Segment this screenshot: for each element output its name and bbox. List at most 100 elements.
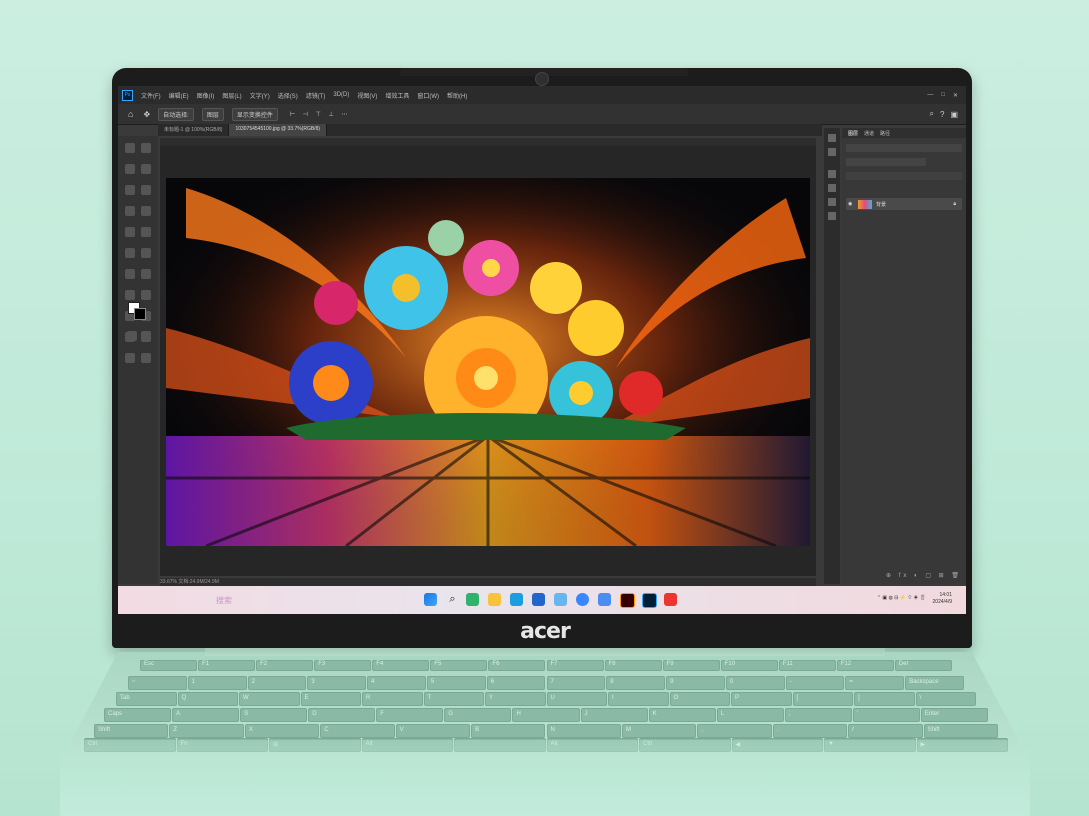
- key-label: F7: [550, 661, 558, 667]
- keyboard-key: E: [300, 692, 361, 706]
- key-label: F11: [782, 661, 793, 667]
- keyboard-key: 3: [307, 676, 367, 690]
- key-label: E: [304, 695, 309, 701]
- key-label: [: [796, 695, 799, 701]
- keyboard-key: Y: [485, 692, 546, 706]
- key-label: 4: [371, 679, 375, 685]
- palm-rest: [60, 740, 1030, 816]
- key-label: B: [475, 727, 480, 733]
- key-label: F5: [434, 661, 442, 667]
- key-label: F8: [608, 661, 616, 667]
- key-label: 7: [550, 679, 554, 685]
- keyboard-key: C: [320, 724, 395, 738]
- keyboard-key: \: [915, 692, 976, 706]
- key-label: ,: [701, 727, 703, 733]
- keyboard-key: J: [580, 708, 648, 722]
- keyboard-key: N: [546, 724, 621, 738]
- keyboard-key: Shift: [923, 724, 998, 738]
- key-label: U: [550, 695, 555, 701]
- keyboard-key: Shift: [94, 724, 169, 738]
- keyboard-key: 2: [247, 676, 307, 690]
- keyboard-key: U: [546, 692, 607, 706]
- keyboard-key: I: [608, 692, 669, 706]
- keyboard-key: V: [395, 724, 471, 738]
- key-label: H: [516, 711, 521, 717]
- keyboard-key: F4: [372, 660, 430, 671]
- keyboard-key: Z: [169, 724, 244, 738]
- keyboard: Esc F1 F2 F3 F4 F5 F6 F7 F8 F9 F10 F11 F12 Del ~1 2 3 4 5 6…: [0, 0, 1089, 816]
- key-label: F1: [202, 661, 210, 667]
- key-label: G: [448, 711, 454, 717]
- key-label: M: [625, 727, 631, 733]
- key-label: A: [176, 711, 181, 717]
- keyboard-key: Backspace: [905, 676, 964, 690]
- keyboard-key: X: [244, 724, 320, 738]
- keyboard-key: Q: [177, 692, 238, 706]
- keyboard-key: 0: [725, 676, 785, 690]
- keyboard-key: =: [845, 676, 905, 690]
- keyboard-key: ]: [854, 692, 915, 706]
- keyboard-key: Caps: [104, 708, 172, 722]
- key-label: O: [673, 695, 679, 701]
- keyboard-key: -: [785, 676, 845, 690]
- key-label: Esc: [144, 661, 155, 667]
- key-label: D: [312, 711, 317, 717]
- keyboard-key: F10: [720, 660, 778, 671]
- key-label: F10: [724, 661, 736, 667]
- key-label: Backspace: [909, 679, 939, 685]
- key-label: /: [852, 727, 854, 733]
- keyboard-key: Tab: [116, 692, 177, 706]
- key-label: F6: [492, 661, 500, 667]
- keyboard-key: 1: [187, 676, 247, 690]
- keyboard-key: Del: [894, 660, 952, 671]
- keyboard-key: 5: [426, 676, 486, 690]
- keyboard-key: [: [792, 692, 853, 706]
- keyboard-key: Esc: [140, 660, 198, 671]
- key-label: Q: [181, 695, 187, 701]
- key-label: -: [789, 679, 792, 685]
- key-label: J: [584, 711, 588, 717]
- key-label: F3: [318, 661, 326, 667]
- keyboard-key: F: [376, 708, 444, 722]
- keyboard-key: G: [444, 708, 512, 722]
- key-label: X: [248, 727, 253, 733]
- key-label: V: [399, 727, 404, 733]
- keyboard-key: K: [648, 708, 716, 722]
- key-label: K: [652, 711, 657, 717]
- key-label: Del: [898, 661, 908, 667]
- key-label: F: [380, 711, 384, 717]
- key-label: Caps: [108, 711, 123, 717]
- key-label: ]: [858, 695, 860, 701]
- keyboard-key: F9: [662, 660, 720, 671]
- keyboard-key: H: [512, 708, 580, 722]
- keyboard-key: ,: [697, 724, 772, 738]
- keyboard-key: B: [471, 724, 546, 738]
- keyboard-key: P: [731, 692, 792, 706]
- keyboard-key: ~: [128, 676, 187, 690]
- key-label: T: [427, 695, 432, 701]
- keyboard-key: W: [239, 692, 300, 706]
- keyboard-key: T: [423, 692, 484, 706]
- key-label: L: [720, 711, 725, 717]
- key-label: Enter: [924, 711, 940, 717]
- key-label: P: [735, 695, 740, 701]
- key-label: F12: [840, 661, 852, 667]
- keyboard-key: F3: [314, 660, 372, 671]
- keyboard-key: 6: [486, 676, 546, 690]
- key-label: R: [366, 695, 371, 701]
- keyboard-key: S: [240, 708, 308, 722]
- key-label: 6: [490, 679, 495, 685]
- keyboard-key: F1: [198, 660, 256, 671]
- keyboard-key: Enter: [920, 708, 988, 722]
- key-label: W: [243, 695, 249, 701]
- keyboard-key: 4: [367, 676, 426, 690]
- key-label: .: [776, 727, 779, 733]
- key-label: 9: [670, 679, 674, 685]
- key-label: 1: [191, 679, 196, 685]
- keyboard-key: F6: [488, 660, 546, 671]
- key-label: C: [324, 727, 329, 733]
- key-label: S: [244, 711, 249, 717]
- keyboard-key: F5: [430, 660, 488, 671]
- key-label: N: [550, 727, 555, 733]
- key-label: 0: [729, 679, 734, 685]
